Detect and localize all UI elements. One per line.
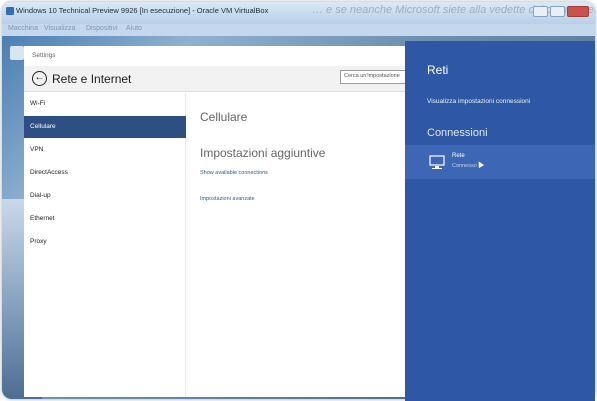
menu-devices[interactable]: Dispositivi	[86, 25, 118, 32]
network-status: Connesso	[452, 163, 477, 169]
nav-item-dialup[interactable]: Dial-up	[24, 185, 186, 207]
nav-item-cellulare[interactable]: Cellulare	[24, 116, 186, 138]
show-connections-link[interactable]: Show available connections	[200, 170, 268, 176]
settings-window: Settings ← Rete e Internet Cerca un'impo…	[24, 46, 407, 397]
connection-settings-link[interactable]: Visualizza impostazioni connessioni	[427, 98, 530, 105]
network-flyout: Reti Visualizza impostazioni connessioni…	[405, 41, 595, 401]
menu-machine[interactable]: Macchina	[8, 25, 38, 32]
settings-header: ← Rete e Internet Cerca un'impostazione	[24, 66, 407, 92]
ethernet-monitor-icon	[429, 155, 445, 169]
page-title: Rete e Internet	[52, 72, 132, 86]
settings-app-title: Settings	[32, 52, 56, 59]
virtualbox-icon	[6, 7, 14, 15]
content-title: Cellulare	[200, 110, 248, 124]
menu-view[interactable]: Visualizza	[44, 25, 75, 32]
minimize-button[interactable]	[533, 6, 548, 17]
vm-title-bar: Windows 10 Technical Preview 9926 [In es…	[2, 2, 595, 24]
mouse-cursor-icon	[475, 159, 485, 169]
window-title: Windows 10 Technical Preview 9926 [In es…	[16, 6, 269, 15]
maximize-button[interactable]	[550, 6, 565, 17]
search-input[interactable]: Cerca un'impostazione	[340, 70, 407, 84]
network-item[interactable]: Rete Connesso	[405, 145, 595, 179]
content-subtitle: Impostazioni aggiuntive	[200, 146, 326, 160]
vm-menu-bar: Macchina Visualizza Dispositivi Aiuto	[2, 24, 595, 36]
network-name: Rete	[452, 153, 465, 159]
window-controls	[533, 6, 589, 17]
settings-nav: Wi-Fi Cellulare VPN DirectAccess Dial-up…	[24, 93, 186, 397]
close-button[interactable]	[567, 6, 589, 17]
nav-item-vpn[interactable]: VPN	[24, 139, 186, 161]
menu-help[interactable]: Aiuto	[126, 25, 142, 32]
nav-item-proxy[interactable]: Proxy	[24, 231, 186, 253]
connections-heading: Connessioni	[427, 127, 488, 139]
desktop-icon[interactable]	[10, 46, 24, 60]
flyout-title: Reti	[427, 63, 449, 77]
back-arrow-icon[interactable]: ←	[32, 71, 47, 86]
advanced-settings-link[interactable]: Impostazioni avanzate	[200, 196, 255, 202]
nav-item-directaccess[interactable]: DirectAccess	[24, 162, 186, 184]
nav-item-wifi[interactable]: Wi-Fi	[24, 93, 186, 115]
nav-item-ethernet[interactable]: Ethernet	[24, 208, 186, 230]
